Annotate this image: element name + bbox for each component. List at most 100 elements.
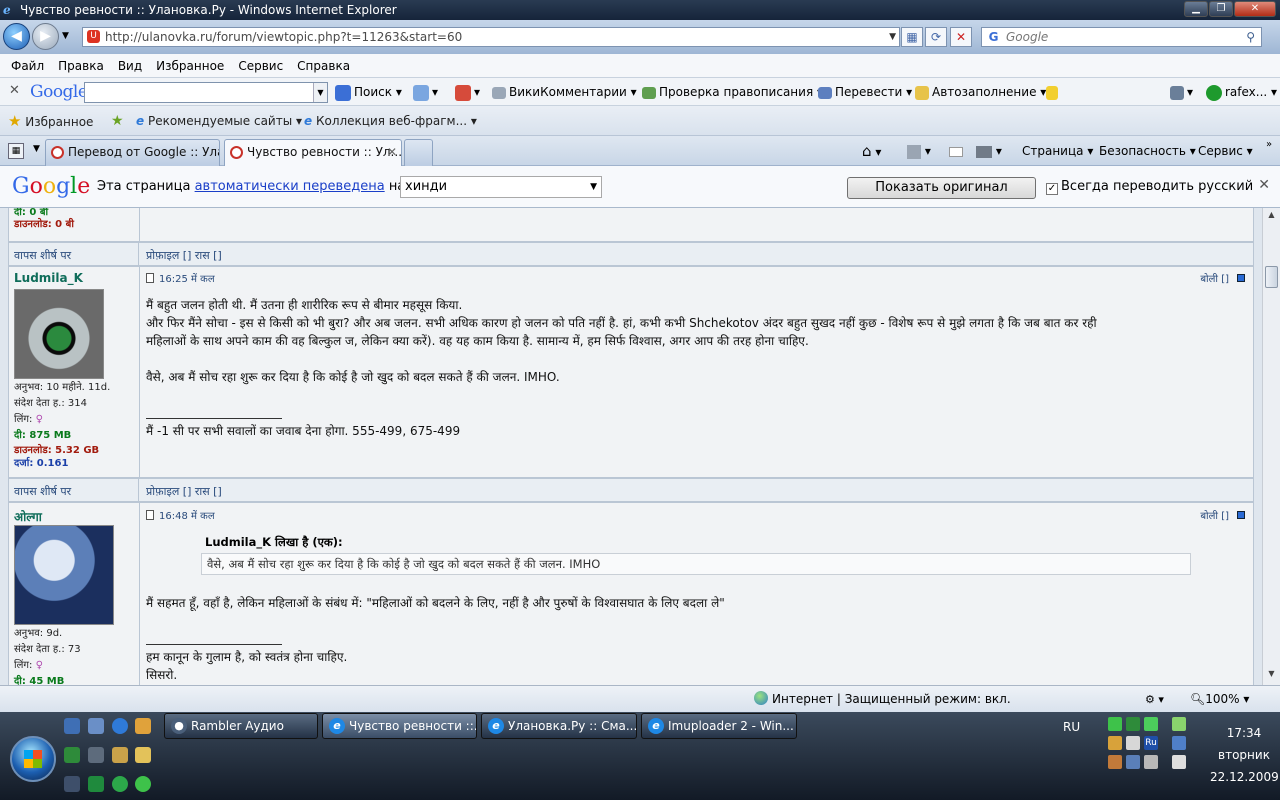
volume-icon[interactable] xyxy=(1172,755,1186,769)
stop-icon[interactable]: ✕ xyxy=(950,27,972,47)
menu-help[interactable]: Справка xyxy=(290,54,357,77)
home-button[interactable]: ⌂ ▾ xyxy=(862,136,881,166)
ie-quicklaunch-icon[interactable] xyxy=(112,718,128,734)
menu-edit[interactable]: Правка xyxy=(51,54,111,77)
vertical-scrollbar[interactable]: ▲ ▼ xyxy=(1262,208,1280,685)
clock[interactable]: 17:34 вторник 22.12.2009 xyxy=(1210,722,1279,788)
menu-file[interactable]: Файл xyxy=(4,54,51,77)
menu-view[interactable]: Вид xyxy=(111,54,149,77)
switch-windows-icon[interactable] xyxy=(88,718,104,734)
writer-icon[interactable] xyxy=(64,776,80,792)
tray-lang-icon[interactable]: Ru xyxy=(1144,736,1158,750)
tray-icon[interactable] xyxy=(1144,755,1158,769)
tray-icon[interactable] xyxy=(1108,717,1122,731)
security-zone[interactable]: Интернет | Защищенный режим: вкл. xyxy=(754,686,1011,713)
page-menu-button[interactable]: Страница ▾ xyxy=(1022,136,1093,166)
tool-icon[interactable] xyxy=(88,747,104,763)
minimize-button[interactable]: ▁ xyxy=(1184,1,1208,17)
wiki-comments-button[interactable]: ВикиКомментарии ▾ xyxy=(492,78,637,106)
maximize-button[interactable]: ❐ xyxy=(1209,1,1233,17)
show-original-button[interactable]: Показать оригинал xyxy=(847,177,1036,199)
excel-icon[interactable] xyxy=(88,776,104,792)
more-commands-icon[interactable]: » xyxy=(1266,130,1272,160)
task-imuploader[interactable]: e Imuploader 2 - Win... xyxy=(641,713,797,739)
profile-links[interactable]: प्रोफ़ाइल [] रास [] xyxy=(146,484,222,499)
tray-icon[interactable] xyxy=(1126,717,1140,731)
toolbar-settings-button[interactable]: ▾ xyxy=(1170,78,1193,106)
mail-button[interactable] xyxy=(949,136,963,166)
tab-list-dropdown[interactable]: ▼ xyxy=(33,144,40,154)
back-button[interactable]: ◀ xyxy=(3,23,30,50)
auto-translated-link[interactable]: автоматически переведена xyxy=(195,179,385,194)
zoom-level[interactable]: 🔍︎100% ▾ xyxy=(1190,686,1249,713)
forward-button[interactable]: ▶ xyxy=(32,23,59,50)
show-desktop-icon[interactable] xyxy=(64,718,80,734)
address-dropdown-icon[interactable]: ▼ xyxy=(889,28,896,46)
tools-menu-button[interactable]: Сервис ▾ xyxy=(1198,136,1253,166)
tray-icon[interactable] xyxy=(1144,717,1158,731)
icq-flower-icon[interactable] xyxy=(135,776,151,792)
spellcheck-button[interactable]: Проверка правописания ▾ xyxy=(642,78,823,106)
menu-tools[interactable]: Сервис xyxy=(231,54,290,77)
network-icon[interactable] xyxy=(112,747,128,763)
tray-icon[interactable] xyxy=(1108,755,1122,769)
flashlight-icon[interactable] xyxy=(135,747,151,763)
close-toolbar-icon[interactable]: ✕ xyxy=(9,83,20,98)
scroll-up-icon[interactable]: ▲ xyxy=(1265,210,1278,224)
task-jealousy-ie[interactable]: e Чувство ревности ::... xyxy=(322,713,477,739)
new-tab-button[interactable] xyxy=(404,139,433,166)
popup-blocker-button[interactable]: ▾ xyxy=(455,78,480,106)
refresh-icon[interactable]: ⟳ xyxy=(925,27,947,47)
scroll-thumb[interactable] xyxy=(1265,266,1278,288)
tab-google-translate[interactable]: Перевод от Google :: Ула... xyxy=(45,139,220,166)
safety-menu-button[interactable]: Безопасность ▾ xyxy=(1099,136,1196,166)
back-to-top-link[interactable]: वापस शीर्ष पर xyxy=(14,484,71,499)
autofill-button[interactable]: Автозаполнение ▾ xyxy=(915,78,1046,106)
always-translate-checkbox[interactable]: ✓ Всегда переводить русский xyxy=(1046,179,1253,195)
add-button[interactable]: ▾ xyxy=(413,78,438,106)
task-rambler-audio[interactable]: ● Rambler Аудио xyxy=(164,713,318,739)
compatibility-view-icon[interactable]: ▦ xyxy=(901,27,923,47)
close-button[interactable]: ✕ xyxy=(1234,1,1276,17)
quote-button[interactable]: बोली [] xyxy=(1200,508,1245,522)
back-to-top-link[interactable]: वापस शीर्ष पर xyxy=(14,248,71,263)
scroll-down-icon[interactable]: ▼ xyxy=(1265,669,1278,683)
google-search-button[interactable]: Поиск ▾ xyxy=(335,78,402,106)
account-button[interactable]: rafex... ▾ xyxy=(1206,78,1277,106)
tray-icon[interactable] xyxy=(1126,736,1140,750)
skype-icon[interactable] xyxy=(112,776,128,792)
address-bar[interactable]: U http://ulanovka.ru/forum/viewtopic.php… xyxy=(82,27,900,47)
media-player-icon[interactable] xyxy=(135,718,151,734)
task-ulanovka-ie[interactable]: e Улановка.Ру :: Сма... xyxy=(481,713,637,739)
tray-icon[interactable] xyxy=(1172,717,1186,731)
search-history-dropdown[interactable]: ▼ xyxy=(313,83,327,102)
protected-mode-icon[interactable]: ⚙ ▾ xyxy=(1145,686,1164,713)
favorites-button[interactable]: ★ Избранное xyxy=(8,106,93,136)
quote-button[interactable]: बोली [] xyxy=(1200,271,1245,285)
print-button[interactable]: ▾ xyxy=(976,136,1002,166)
recommended-sites-link[interactable]: e Рекомендуемые сайты ▾ xyxy=(136,106,302,136)
web-slice-gallery-link[interactable]: e Коллекция веб-фрагм... ▾ xyxy=(304,106,477,136)
language-indicator[interactable]: RU xyxy=(1063,720,1080,734)
search-box[interactable]: G Google ⚲ xyxy=(981,27,1262,47)
profile-links[interactable]: प्रोफ़ाइल [] रास [] xyxy=(146,248,222,263)
tray-icon[interactable] xyxy=(1108,736,1122,750)
close-tab-icon[interactable]: ✕ xyxy=(387,140,397,165)
recent-pages-dropdown[interactable]: ▼ xyxy=(62,31,69,41)
language-select[interactable]: хинди ▼ xyxy=(400,176,602,198)
add-favorite-button[interactable]: ★ xyxy=(111,106,124,136)
network-tray-icon[interactable] xyxy=(1172,736,1186,750)
post-author[interactable]: Ludmila_K xyxy=(14,271,83,285)
feeds-button[interactable]: ▾ xyxy=(907,136,931,166)
close-translate-bar-icon[interactable]: ✕ xyxy=(1258,177,1270,193)
google-toolbar-search-input[interactable]: ▼ xyxy=(84,82,328,103)
start-button[interactable] xyxy=(10,736,56,782)
post-author[interactable]: ओल्गा xyxy=(14,508,42,525)
icq-icon[interactable] xyxy=(64,747,80,763)
menu-favorites[interactable]: Избранное xyxy=(149,54,231,77)
tab-jealousy-active[interactable]: Чувство ревности :: Ул... ✕ xyxy=(224,139,402,167)
quick-tabs-icon[interactable]: ▦ xyxy=(8,143,24,159)
search-icon[interactable]: ⚲ xyxy=(1246,28,1255,46)
translate-button[interactable]: Перевести ▾ xyxy=(818,78,912,106)
highlighter-button[interactable] xyxy=(1046,78,1061,106)
